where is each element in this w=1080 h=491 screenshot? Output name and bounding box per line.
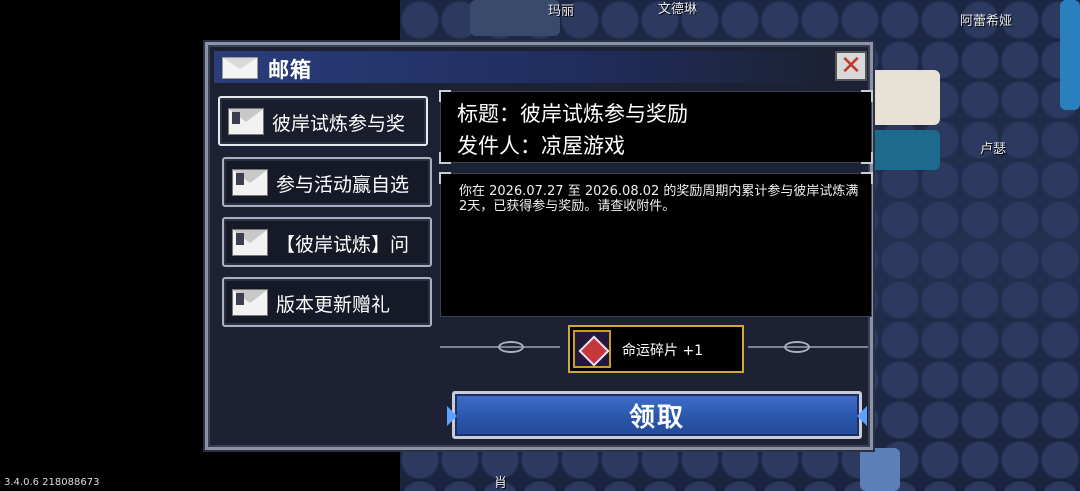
shelf-prop [470,0,560,36]
mailbox-window: 邮箱 ✕ 彼岸试炼参与奖 参与活动赢自选 【彼岸试炼】问 版本更新赠礼 标题：彼… [205,42,873,450]
pillar-prop [1060,0,1080,110]
npc-label-bottom: 肖 [494,476,508,491]
mail-header-panel: 标题：彼岸试炼参与奖励 发件人：凉屋游戏 [439,90,873,164]
version-text: 3.4.0.6 218088673 [4,477,100,488]
close-button[interactable]: ✕ [835,51,867,81]
corner-ornament [439,90,451,102]
mail-subject: 标题：彼岸试炼参与奖励 [457,102,688,126]
left-ornament-icon [440,341,560,353]
mail-item-label: 【彼岸试炼】问 [276,234,410,256]
mail-envelope-icon [232,169,268,196]
mail-item-2[interactable]: 参与活动赢自选 [222,157,432,207]
mail-sender: 发件人：凉屋游戏 [457,134,625,158]
npc-label-luther: 卢瑟 [980,142,1007,157]
arrow-right-icon [857,406,867,426]
mail-item-1[interactable]: 彼岸试炼参与奖 [218,96,428,146]
mail-item-4[interactable]: 版本更新赠礼 [222,277,432,327]
close-x-icon: ✕ [840,51,862,81]
mail-envelope-icon [232,229,268,256]
mail-item-label: 彼岸试炼参与奖 [272,113,406,135]
mail-item-3[interactable]: 【彼岸试炼】问 [222,217,432,267]
mail-item-label: 参与活动赢自选 [276,174,410,196]
claim-button[interactable]: 领取 [447,391,867,439]
corner-ornament [439,152,451,164]
envelope-icon [222,57,258,79]
corner-ornament [439,172,451,184]
fate-shard-icon [573,330,611,368]
reward-attachment[interactable]: 命运碎片 +1 [568,325,744,373]
arrow-left-icon [447,406,457,426]
title-bar: 邮箱 [214,51,834,83]
mail-item-label: 版本更新赠礼 [276,294,391,316]
claim-button-label: 领取 [628,402,685,433]
corner-ornament [861,152,873,164]
corner-ornament [861,90,873,102]
corner-ornament [861,172,873,184]
mail-envelope-icon [228,108,264,135]
npc-label-wendelin: 文德琳 [658,2,698,17]
mail-envelope-icon [232,289,268,316]
mailbox-title: 邮箱 [268,58,312,82]
barrel-prop [860,448,900,491]
right-ornament-icon [748,341,868,353]
mail-body-panel[interactable]: 你在 2026.07.27 至 2026.08.02 的奖励周期内累计参与彼岸试… [439,172,873,317]
npc-label-alexia: 阿蕾希娅 [960,14,1013,29]
reward-label: 命运碎片 +1 [622,343,704,359]
mail-body-text: 你在 2026.07.27 至 2026.08.02 的奖励周期内累计参与彼岸试… [459,184,859,214]
npc-label-mary: 玛丽 [548,4,575,19]
